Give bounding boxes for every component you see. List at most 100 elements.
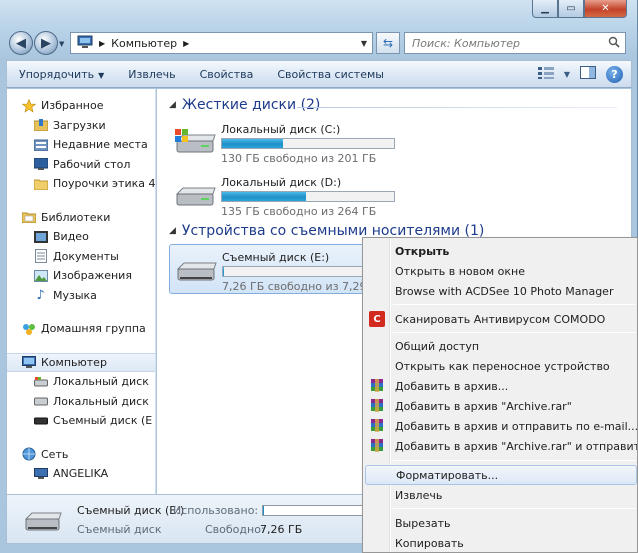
minimize-button[interactable]: ▁ (532, 0, 558, 18)
menu-item-add-archive[interactable]: Добавить в архив... (365, 376, 637, 396)
details-used-label: Использовано: (173, 504, 259, 517)
menu-item-label: Открыть как переносное устройство (395, 359, 610, 373)
address-dropdown-icon[interactable]: ▼ (356, 33, 372, 53)
sidebar-item-local-disk-c[interactable]: Локальный диск (7, 372, 155, 392)
command-bar: Упорядочить ▼ Извлечь Свойства Свойства с… (6, 60, 632, 88)
toolbar-right: ▼ ? (537, 65, 631, 83)
properties-button[interactable]: Свойства (188, 68, 266, 81)
menu-item-open[interactable]: Открыть (365, 241, 637, 261)
drive-usage-fill (223, 267, 225, 276)
menu-item-label: Извлечь (395, 488, 443, 502)
drive-usage-fill (222, 192, 307, 201)
menu-separator (393, 460, 635, 461)
computer-icon (21, 355, 36, 369)
breadcrumb-computer[interactable]: Компьютер (111, 37, 177, 50)
system-properties-button[interactable]: Свойства системы (265, 68, 396, 81)
sidebar-item-label: ANGELIKA (53, 467, 109, 481)
documents-icon (33, 249, 48, 264)
drive-item-e[interactable]: Съемный диск (E:) 7,26 ГБ свободно из 7,… (169, 244, 384, 294)
sidebar-item-desktop[interactable]: Рабочий стол (7, 155, 155, 175)
search-input[interactable]: Поиск: Компьютер (404, 32, 626, 54)
organize-button[interactable]: Упорядочить ▼ (7, 68, 116, 81)
menu-item-label: Копировать (395, 536, 464, 550)
chevron-down-icon: ▼ (98, 70, 105, 80)
menu-item-eject[interactable]: Извлечь (365, 485, 637, 505)
menu-item-cut[interactable]: Вырезать (365, 513, 637, 533)
menu-item-sharing[interactable]: Общий доступ (365, 336, 637, 356)
breadcrumb-separator-icon[interactable]: ▶ (99, 39, 105, 48)
comodo-icon: C (369, 311, 385, 327)
group-header-hard-drives[interactable]: ◢ Жесткие диски (2) (169, 97, 320, 113)
drive-item-d[interactable]: Локальный диск (D:) 135 ГБ свободно из 2… (169, 170, 399, 220)
sidebar-item-documents[interactable]: Документы (7, 247, 155, 267)
sidebar-item-removable-disk-e[interactable]: Съемный диск (E (7, 411, 155, 431)
sidebar-item-angelika[interactable]: ANGELIKA (7, 464, 155, 484)
menu-item-open-portable[interactable]: Открыть как переносное устройство (365, 356, 637, 376)
desktop-icon (33, 157, 48, 171)
folder-icon (33, 177, 48, 191)
drive-name: Съемный диск (E:) (222, 251, 330, 264)
close-icon: ✕ (601, 3, 610, 14)
menu-item-label: Форматировать... (396, 468, 499, 482)
view-options-icon[interactable] (537, 66, 554, 82)
sidebar-item-homegroup[interactable]: Домашняя группа (7, 319, 155, 339)
star-icon (21, 98, 36, 113)
sidebar-item-network[interactable]: Сеть (7, 445, 155, 465)
window-controls: ▁ ▭ ✕ (532, 0, 627, 18)
sidebar-item-music[interactable]: ♪ Музыка (7, 286, 155, 306)
winrar-icon (369, 378, 385, 394)
sidebar-item-favorites[interactable]: Избранное (7, 96, 155, 116)
menu-item-format[interactable]: Форматировать... (365, 465, 637, 485)
breadcrumb-separator-icon[interactable]: ▶ (183, 39, 189, 48)
sidebar-item-label: Документы (53, 249, 119, 263)
sidebar-item-pictures[interactable]: Изображения (7, 266, 155, 286)
preview-pane-icon[interactable] (580, 66, 596, 82)
drive-item-c[interactable]: Локальный диск (C:) 130 ГБ свободно из 2… (169, 117, 399, 167)
music-icon: ♪ (36, 287, 45, 303)
view-dropdown-icon[interactable]: ▼ (564, 70, 570, 79)
maximize-button[interactable]: ▭ (558, 0, 584, 18)
address-bar[interactable]: ▶ Компьютер ▶ ▼ (70, 32, 373, 54)
recent-pages-chevron-icon[interactable]: ▼ (59, 40, 64, 48)
menu-item-add-archive-rar[interactable]: Добавить в архив "Archive.rar" (365, 396, 637, 416)
help-icon[interactable]: ? (606, 65, 623, 83)
menu-item-open-new-window[interactable]: Открыть в новом окне (365, 261, 637, 281)
menu-item-copy[interactable]: Копировать (365, 533, 637, 552)
collapse-triangle-icon[interactable]: ◢ (169, 226, 176, 236)
sidebar-item-downloads[interactable]: Загрузки (7, 116, 155, 136)
details-drive-name: Съемный диск (E:) (77, 504, 185, 517)
forward-button[interactable]: ▶ (34, 31, 58, 55)
drive-name: Локальный диск (D:) (221, 176, 342, 189)
sidebar-item-local-disk-d[interactable]: Локальный диск (7, 392, 155, 412)
menu-item-add-archive-email[interactable]: Добавить в архив и отправить по e-mail..… (365, 416, 637, 436)
removable-drive-icon (23, 507, 63, 533)
sidebar-item-label: Недавние места (53, 138, 148, 152)
close-button[interactable]: ✕ (584, 0, 627, 18)
menu-item-label: Открыть в новом окне (395, 264, 526, 278)
menu-item-add-archive-rar-email[interactable]: Добавить в архив "Archive.rar" и отправи… (365, 436, 637, 456)
winrar-icon (369, 418, 385, 434)
collapse-triangle-icon[interactable]: ◢ (169, 100, 176, 110)
downloads-folder-icon (33, 118, 48, 132)
eject-button[interactable]: Извлечь (116, 68, 187, 81)
back-button[interactable]: ◀ (9, 31, 33, 55)
sidebar-item-recent-places[interactable]: Недавние места (7, 135, 155, 155)
search-placeholder: Поиск: Компьютер (412, 36, 520, 50)
windows-drive-icon (173, 127, 217, 155)
refresh-button[interactable]: ⇆ (376, 32, 400, 54)
sidebar-item-video[interactable]: Видео (7, 227, 155, 247)
menu-item-comodo-scan[interactable]: C Сканировать Антивирусом COMODO (365, 309, 637, 329)
sidebar-item-computer[interactable]: Компьютер (7, 352, 155, 372)
organize-label: Упорядочить (19, 67, 95, 81)
minimize-icon: ▁ (541, 3, 549, 14)
menu-item-label: Добавить в архив "Archive.rar" (395, 399, 572, 413)
navigation-pane: Избранное Загрузки Недавние места Рабочи… (6, 89, 156, 494)
sidebar-item-label: Видео (53, 230, 89, 244)
drive-free-space: 7,26 ГБ свободно из 7,29 ГБ (222, 280, 385, 293)
back-arrow-icon: ◀ (16, 35, 26, 51)
removable-drive-icon (33, 414, 48, 428)
menu-item-acdsee[interactable]: Browse with ACDSee 10 Photo Manager (365, 281, 637, 301)
search-icon[interactable] (608, 36, 620, 51)
sidebar-item-libraries[interactable]: Библиотеки (7, 208, 155, 228)
sidebar-item-folder[interactable]: Поурочки этика 4 (7, 174, 155, 194)
